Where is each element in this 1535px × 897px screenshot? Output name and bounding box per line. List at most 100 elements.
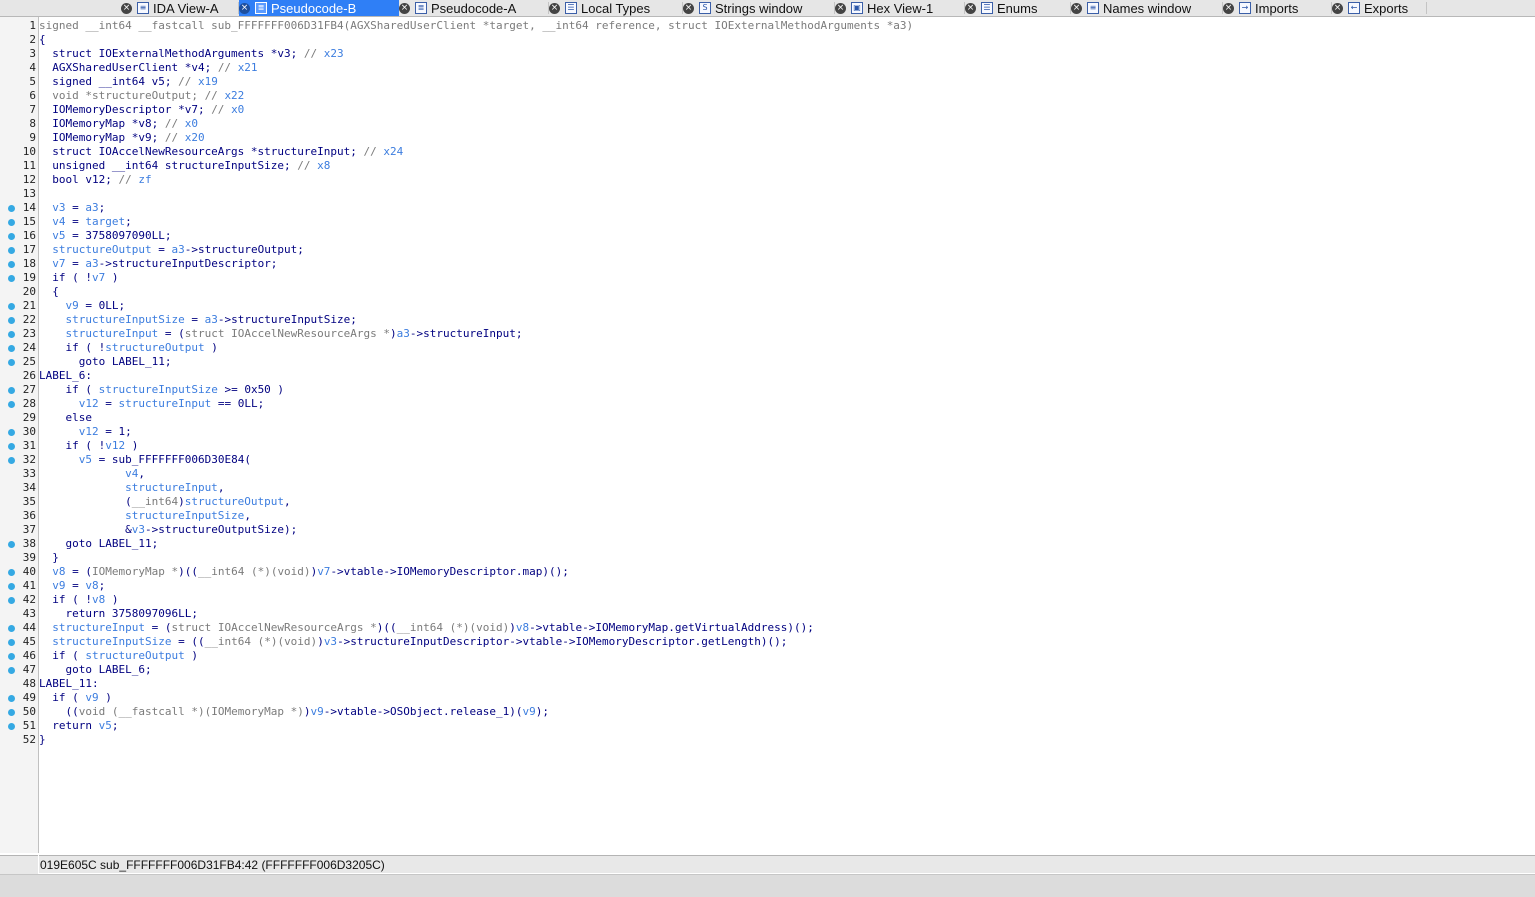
code-line[interactable]: signed __int64 __fastcall sub_FFFFFFF006… xyxy=(39,19,913,33)
tab-strings-window[interactable]: × S Strings window xyxy=(683,0,835,16)
code-line[interactable]: v5 = sub_FFFFFFF006D30E84( xyxy=(39,453,251,467)
tab-imports[interactable]: × → Imports xyxy=(1223,0,1332,16)
code-line[interactable]: if ( structureOutput ) xyxy=(39,649,198,663)
gutter-line[interactable]: 37 xyxy=(0,523,38,537)
gutter-line[interactable]: 8 xyxy=(0,117,38,131)
code-line[interactable]: structureOutput = a3->structureOutput; xyxy=(39,243,304,257)
code-line[interactable]: } xyxy=(39,733,46,747)
tab-close-icon[interactable]: × xyxy=(549,2,560,14)
breakpoint-dot-icon[interactable] xyxy=(8,429,15,436)
code-line[interactable]: v12 = structureInput == 0LL; xyxy=(39,397,264,411)
code-line[interactable]: else xyxy=(39,411,92,425)
tab-names-window[interactable]: × ≡ Names window xyxy=(1071,0,1223,16)
gutter-line[interactable]: 32 xyxy=(0,453,38,467)
breakpoint-dot-icon[interactable] xyxy=(8,317,15,324)
code-line[interactable]: goto LABEL_11; xyxy=(39,537,158,551)
gutter-line[interactable]: 41 xyxy=(0,579,38,593)
breakpoint-dot-icon[interactable] xyxy=(8,653,15,660)
code-line[interactable]: IOMemoryMap *v8; // x0 xyxy=(39,117,198,131)
breakpoint-dot-icon[interactable] xyxy=(8,275,15,282)
code-line[interactable]: { xyxy=(39,33,46,47)
gutter-line[interactable]: 35 xyxy=(0,495,38,509)
gutter-line[interactable]: 36 xyxy=(0,509,38,523)
gutter-line[interactable]: 2 xyxy=(0,33,38,47)
code-line[interactable]: v9 = v8; xyxy=(39,579,105,593)
code-line[interactable]: if ( !v7 ) xyxy=(39,271,118,285)
code-line[interactable]: return 3758097096LL; xyxy=(39,607,197,621)
gutter-line[interactable]: 33 xyxy=(0,467,38,481)
gutter-line[interactable]: 14 xyxy=(0,201,38,215)
gutter-line[interactable]: 52 xyxy=(0,733,38,747)
gutter-line[interactable]: 46 xyxy=(0,649,38,663)
gutter-line[interactable]: 23 xyxy=(0,327,38,341)
gutter-line[interactable]: 21 xyxy=(0,299,38,313)
gutter-line[interactable]: 4 xyxy=(0,61,38,75)
gutter-line[interactable]: 34 xyxy=(0,481,38,495)
breakpoint-dot-icon[interactable] xyxy=(8,695,15,702)
gutter-line[interactable]: 38 xyxy=(0,537,38,551)
tab-close-icon[interactable]: × xyxy=(835,2,846,14)
gutter-line[interactable]: 11 xyxy=(0,159,38,173)
code-line[interactable]: struct IOExternalMethodArguments *v3; //… xyxy=(39,47,343,61)
tab-enums[interactable]: × ☰ Enums xyxy=(965,0,1071,16)
code-line[interactable]: v5 = 3758097090LL; xyxy=(39,229,171,243)
code-line[interactable]: { xyxy=(39,285,59,299)
code-line[interactable]: if ( structureInputSize >= 0x50 ) xyxy=(39,383,284,397)
code-line[interactable]: LABEL_6: xyxy=(39,369,92,383)
tab-close-icon[interactable]: × xyxy=(1223,2,1234,14)
breakpoint-dot-icon[interactable] xyxy=(8,219,15,226)
code-line[interactable]: IOMemoryDescriptor *v7; // x0 xyxy=(39,103,244,117)
code-line[interactable]: bool v12; // zf xyxy=(39,173,151,187)
breakpoint-dot-icon[interactable] xyxy=(8,331,15,338)
breakpoint-dot-icon[interactable] xyxy=(8,205,15,212)
breakpoint-dot-icon[interactable] xyxy=(8,625,15,632)
code-line[interactable]: v7 = a3->structureInputDescriptor; xyxy=(39,257,277,271)
code-line[interactable]: signed __int64 v5; // x19 xyxy=(39,75,218,89)
tab-pseudocode-b[interactable]: × ≣ Pseudocode-B xyxy=(239,0,399,16)
code-line[interactable]: if ( v9 ) xyxy=(39,691,112,705)
gutter-line[interactable]: 26 xyxy=(0,369,38,383)
code-line[interactable]: v8 = (IOMemoryMap *)((__int64 (*)(void))… xyxy=(39,565,569,579)
tab-exports[interactable]: × ← Exports xyxy=(1332,0,1427,16)
gutter-line[interactable]: 25 xyxy=(0,355,38,369)
gutter-line[interactable]: 19 xyxy=(0,271,38,285)
gutter-line[interactable]: 42 xyxy=(0,593,38,607)
breakpoint-dot-icon[interactable] xyxy=(8,639,15,646)
gutter-line[interactable]: 6 xyxy=(0,89,38,103)
gutter-line[interactable]: 1 xyxy=(0,19,38,33)
breakpoint-dot-icon[interactable] xyxy=(8,261,15,268)
code-line[interactable]: goto LABEL_6; xyxy=(39,663,151,677)
tab-close-icon[interactable]: × xyxy=(683,2,694,14)
breakpoint-dot-icon[interactable] xyxy=(8,233,15,240)
breakpoint-dot-icon[interactable] xyxy=(8,723,15,730)
breakpoint-dot-icon[interactable] xyxy=(8,667,15,674)
breakpoint-dot-icon[interactable] xyxy=(8,541,15,548)
code-line[interactable]: structureInputSize, xyxy=(39,509,251,523)
breakpoint-dot-icon[interactable] xyxy=(8,359,15,366)
gutter-line[interactable]: 20 xyxy=(0,285,38,299)
gutter-line[interactable]: 15 xyxy=(0,215,38,229)
code-line[interactable]: v3 = a3; xyxy=(39,201,105,215)
tab-hex-view-1[interactable]: × ▣ Hex View-1 xyxy=(835,0,965,16)
code-line[interactable]: (__int64)structureOutput, xyxy=(39,495,291,509)
gutter-line[interactable]: 40 xyxy=(0,565,38,579)
gutter-line[interactable]: 29 xyxy=(0,411,38,425)
code-line[interactable]: v12 = 1; xyxy=(39,425,132,439)
gutter-line[interactable]: 17 xyxy=(0,243,38,257)
gutter-line[interactable]: 9 xyxy=(0,131,38,145)
code-line[interactable]: structureInputSize = a3->structureInputS… xyxy=(39,313,357,327)
breakpoint-dot-icon[interactable] xyxy=(8,457,15,464)
code-line[interactable]: return v5; xyxy=(39,719,118,733)
gutter-line[interactable]: 24 xyxy=(0,341,38,355)
gutter-line[interactable]: 39 xyxy=(0,551,38,565)
gutter-line[interactable]: 45 xyxy=(0,635,38,649)
code-line[interactable]: } xyxy=(39,551,59,565)
gutter-line[interactable]: 5 xyxy=(0,75,38,89)
gutter-line[interactable]: 18 xyxy=(0,257,38,271)
code-line[interactable]: unsigned __int64 structureInputSize; // … xyxy=(39,159,330,173)
tab-close-icon[interactable]: × xyxy=(239,2,250,14)
breakpoint-dot-icon[interactable] xyxy=(8,247,15,254)
gutter-line[interactable]: 28 xyxy=(0,397,38,411)
code-line[interactable]: &v3->structureOutputSize); xyxy=(39,523,297,537)
code-line[interactable]: v9 = 0LL; xyxy=(39,299,126,313)
